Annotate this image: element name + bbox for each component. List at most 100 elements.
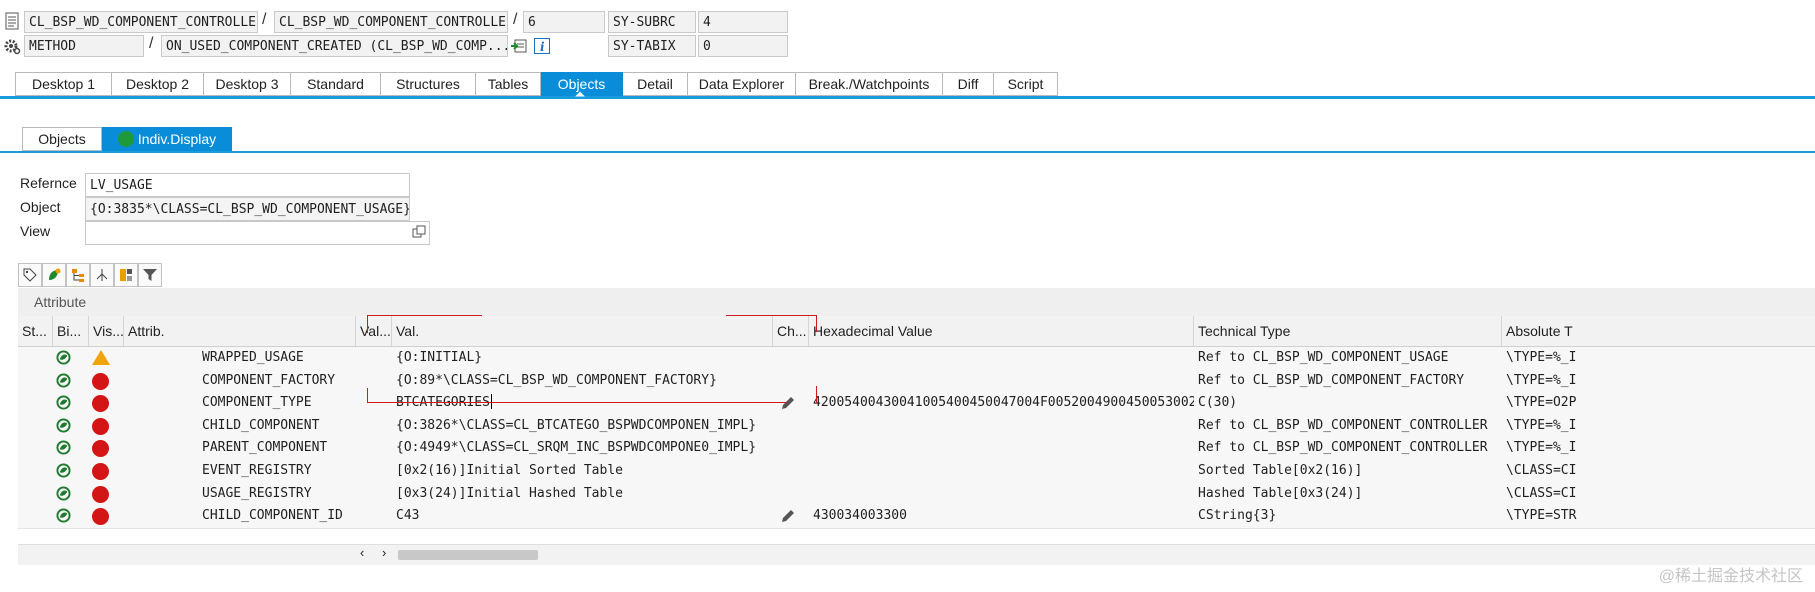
attribute-value[interactable]: {O:3826*\CLASS=CL_BTCATEGO_BSPWDCOMPONEN… (392, 415, 773, 438)
subtab-objects[interactable]: Objects (22, 127, 102, 151)
private-visibility-icon (92, 485, 109, 503)
attribute-value[interactable]: [0x2(16)]Initial Sorted Table (392, 460, 773, 483)
absolute-type: \TYPE=%_I (1506, 372, 1577, 388)
main-tabbar: Desktop 1 Desktop 2 Desktop 3 Standard S… (15, 72, 1058, 96)
sysvar2-value[interactable]: 0 (698, 35, 788, 57)
object-input[interactable]: {O:3835*\CLASS=CL_BSP_WD_COMPONENT_USAGE… (85, 197, 410, 221)
tab-structures[interactable]: Structures (381, 72, 476, 96)
filter-button[interactable] (138, 263, 162, 287)
column-header[interactable]: Val. (392, 316, 773, 346)
column-header[interactable]: Vis... (89, 316, 124, 346)
tab-data-explorer[interactable]: Data Explorer (688, 72, 796, 96)
absolute-type: \CLASS=CI (1506, 485, 1577, 501)
table-row[interactable]: CHILD_COMPONENT {O:3826*\CLASS=CL_BTCATEG… (18, 414, 1815, 439)
binding-icon (56, 395, 71, 410)
sysvar2-name[interactable]: SY-TABIX (608, 35, 696, 57)
hex-value (809, 460, 1194, 483)
pencil-icon[interactable] (780, 508, 796, 524)
attribute-value[interactable]: {O:INITIAL} (392, 347, 773, 370)
column-header[interactable]: Ch... (773, 316, 809, 346)
attribute-value[interactable]: {O:89*\CLASS=CL_BSP_WD_COMPONENT_FACTORY… (392, 370, 773, 393)
table-row[interactable]: COMPONENT_FACTORY {O:89*\CLASS=CL_BSP_WD_… (18, 369, 1815, 394)
binding-icon (56, 373, 71, 388)
table-row[interactable]: WRAPPED_USAGE {O:INITIAL} Ref to CL_BSP_WD… (18, 347, 1815, 371)
warning-icon (92, 350, 110, 365)
hex-value (809, 415, 1194, 438)
table-row[interactable]: USAGE_REGISTRY [0x3(24)]Initial Hashed Ta… (18, 482, 1815, 507)
split-button[interactable] (90, 263, 114, 287)
attribute-button[interactable] (42, 263, 66, 287)
program-field[interactable]: CL_BSP_WD_COMPONENT_CONTROLLE... (24, 11, 258, 33)
technical-type: Ref to CL_BSP_WD_COMPONENT_FACTORY (1198, 372, 1465, 388)
tab-script[interactable]: Script (994, 72, 1058, 96)
subtab-indiv-display[interactable]: Indiv.Display (102, 127, 232, 151)
column-header[interactable]: Bi... (53, 316, 89, 346)
tab-tables[interactable]: Tables (476, 72, 541, 96)
binding-icon (56, 440, 71, 455)
line-field[interactable]: 6 (523, 11, 605, 33)
include-field[interactable]: CL_BSP_WD_COMPONENT_CONTROLLE... (274, 11, 508, 33)
scroll-thumb[interactable] (398, 550, 538, 560)
subtab-underline (0, 151, 1815, 153)
hex-value (809, 347, 1194, 370)
tab-detail[interactable]: Detail (623, 72, 688, 96)
attribute-value[interactable]: [0x3(24)]Initial Hashed Table (392, 483, 773, 506)
hex-value (809, 370, 1194, 393)
reference-label: Refernce (20, 175, 77, 191)
annotation-line (367, 388, 368, 403)
column-header[interactable]: Technical Type (1194, 316, 1502, 346)
watermark: @稀土掘金技术社区 (1658, 568, 1803, 585)
view-input[interactable] (85, 221, 430, 245)
column-header[interactable]: Absolute T (1502, 316, 1815, 346)
hierarchy-button[interactable] (66, 263, 90, 287)
subtab-indiv-label: Indiv.Display (137, 131, 217, 147)
value-help-icon[interactable] (412, 225, 426, 239)
technical-type: Sorted Table[0x2(16)] (1198, 463, 1363, 478)
attribute-name: CHILD_COMPONENT_ID (202, 508, 343, 524)
annotation-line (367, 402, 787, 403)
scroll-left-icon[interactable]: ‹ (360, 545, 364, 560)
attribute-name: USAGE_REGISTRY (202, 485, 312, 501)
scroll-right-icon[interactable]: › (382, 545, 386, 560)
reference-input[interactable]: LV_USAGE (85, 173, 410, 197)
split-icon (96, 269, 108, 281)
info-icon[interactable]: i (534, 38, 550, 54)
column-header[interactable]: St... (18, 316, 53, 346)
tab-desktop-1[interactable]: Desktop 1 (15, 72, 112, 96)
navigate-icon[interactable] (510, 38, 528, 55)
table-row[interactable]: COMPONENT_TYPE BTCATEGORIES 42005400430041… (18, 392, 1815, 416)
column-header[interactable]: Val... (356, 316, 392, 346)
horizontal-scrollbar[interactable]: ‹ › (18, 544, 1815, 565)
private-visibility-icon (92, 508, 109, 526)
hex-value: 430034003300 (813, 508, 907, 524)
column-header[interactable]: Attrib. (124, 316, 356, 346)
pencil-icon[interactable] (780, 395, 796, 411)
status-dot-icon (117, 131, 134, 147)
attribute-name: CHILD_COMPONENT (202, 417, 320, 433)
tab-breakpoints[interactable]: Break./Watchpoints (796, 72, 943, 96)
attribute-value[interactable]: {O:4949*\CLASS=CL_SRQM_INC_BSPWDCOMPONE0… (392, 437, 773, 460)
tab-desktop-3[interactable]: Desktop 3 (204, 72, 291, 96)
tab-standard[interactable]: Standard (291, 72, 381, 96)
layout-button[interactable] (114, 263, 138, 287)
tab-desktop-2[interactable]: Desktop 2 (112, 72, 204, 96)
attribute-value[interactable]: C43 (392, 505, 773, 528)
absolute-type: \TYPE=%_I (1506, 440, 1577, 456)
private-visibility-icon (92, 463, 109, 480)
tag-icon (23, 268, 37, 282)
table-row[interactable]: EVENT_REGISTRY [0x2(16)]Initial Sorted Ta… (18, 460, 1815, 484)
column-header[interactable]: Hexadecimal Value (809, 316, 1194, 346)
sysvar1-name[interactable]: SY-SUBRC (608, 11, 696, 33)
absolute-type: \CLASS=CI (1506, 463, 1577, 478)
attribute-value[interactable]: BTCATEGORIES (392, 392, 773, 415)
filter-icon (143, 269, 157, 281)
tag-button[interactable] (18, 263, 42, 287)
table-row[interactable]: PARENT_COMPONENT {O:4949*\CLASS=CL_SRQM_I… (18, 437, 1815, 461)
event-type-field[interactable]: METHOD (24, 35, 144, 57)
tab-diff[interactable]: Diff (943, 72, 994, 96)
event-field[interactable]: ON_USED_COMPONENT_CREATED (CL_BSP_WD_COM… (161, 35, 508, 57)
sysvar1-value[interactable]: 4 (698, 11, 788, 33)
table-row[interactable]: CHILD_COMPONENT_ID C43 430034003300 CString… (18, 505, 1815, 529)
view-label: View (20, 223, 51, 239)
hierarchy-icon (72, 269, 84, 282)
